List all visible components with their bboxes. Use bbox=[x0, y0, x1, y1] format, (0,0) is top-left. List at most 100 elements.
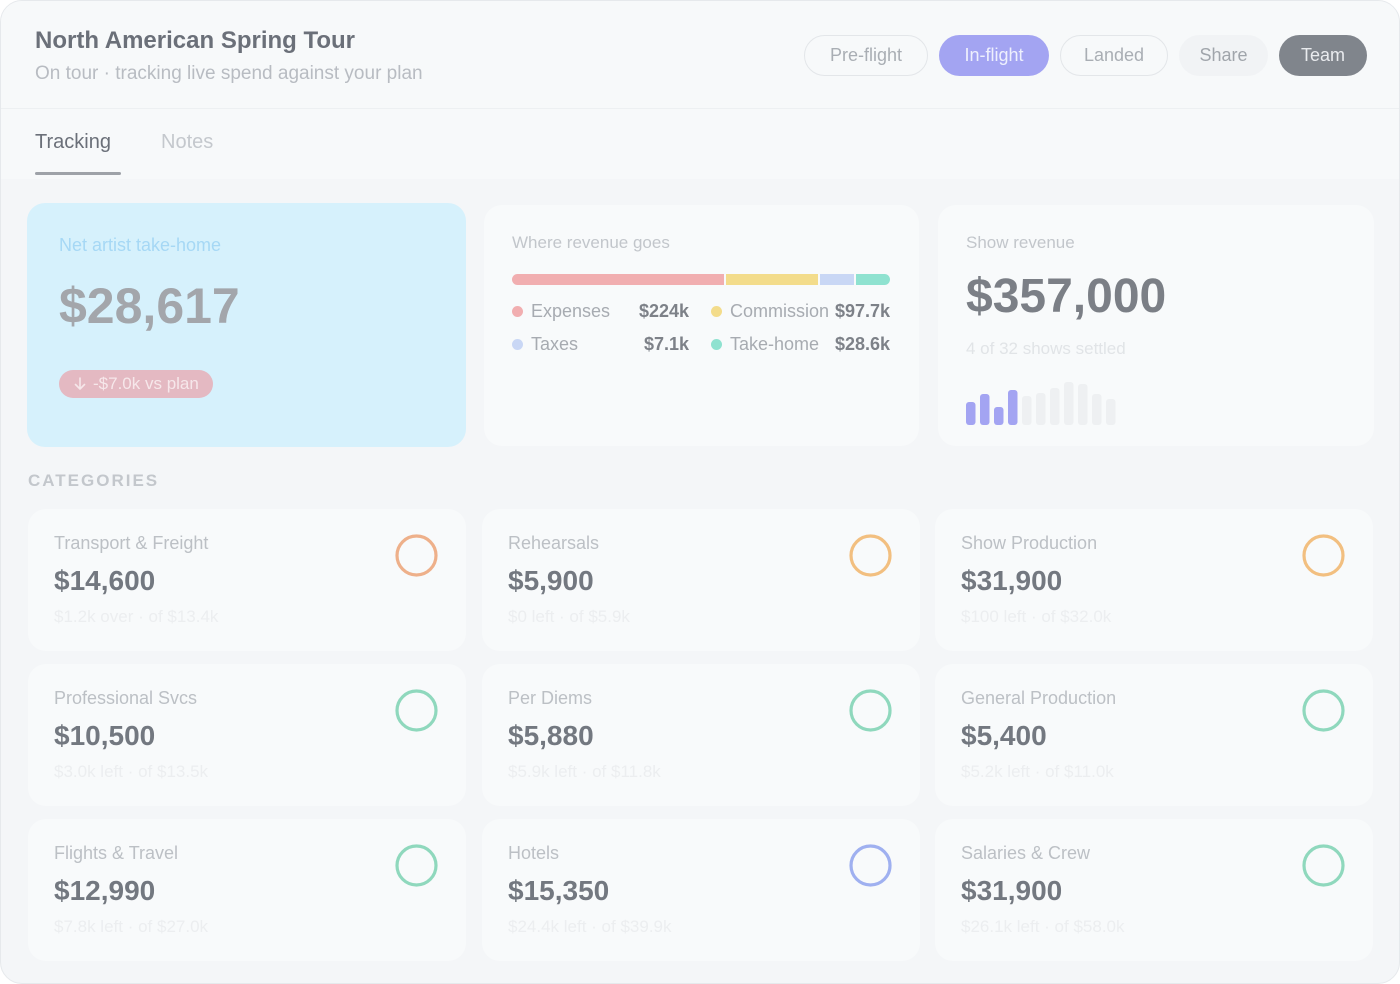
legend-dot bbox=[711, 306, 722, 317]
category-budget-status: $5.2k left · of $11.0k bbox=[961, 762, 1114, 781]
category-amount: $10,500 bbox=[54, 720, 156, 751]
category-amount: $5,900 bbox=[508, 565, 594, 596]
takehome-card[interactable]: Net artist take-home $28,617 -$7.0k vs p… bbox=[27, 203, 466, 447]
team-button[interactable]: Team bbox=[1279, 35, 1367, 76]
show-revenue-sparkbars bbox=[966, 382, 1116, 425]
legend-dot bbox=[512, 306, 523, 317]
category-amount: $31,900 bbox=[961, 875, 1063, 906]
pending-show-bar bbox=[1064, 382, 1074, 425]
settled-show-bar bbox=[994, 407, 1004, 425]
category-card[interactable]: Per Diems $5,880 $5.9k left · of $11.8k bbox=[482, 664, 920, 806]
status-ring-icon bbox=[849, 534, 892, 577]
show-revenue-label: Show revenue bbox=[966, 233, 1075, 252]
legend-value-commission: $97.7k bbox=[834, 301, 890, 321]
phase-landed-button[interactable]: Landed bbox=[1060, 35, 1168, 76]
category-name: Transport & Freight bbox=[54, 533, 209, 553]
tab-tracking[interactable]: Tracking bbox=[35, 131, 111, 154]
settled-show-bar bbox=[1008, 390, 1018, 425]
category-amount: $15,350 bbox=[508, 875, 610, 906]
delta-badge: -$7.0k vs plan bbox=[59, 370, 213, 398]
category-budget-status: $26.1k left · of $58.0k bbox=[961, 917, 1125, 936]
category-name: Flights & Travel bbox=[54, 843, 179, 863]
phase-pre-flight-button[interactable]: Pre-flight bbox=[804, 35, 928, 76]
status-ring-icon bbox=[395, 689, 438, 732]
category-card[interactable]: Professional Svcs $10,500 $3.0k left · o… bbox=[28, 664, 466, 806]
category-card[interactable]: Flights & Travel $12,990 $7.8k left · of… bbox=[28, 819, 466, 961]
category-name: Rehearsals bbox=[508, 533, 600, 553]
status-ring-icon bbox=[1302, 844, 1345, 887]
legend-item-expenses: Expenses bbox=[512, 301, 610, 322]
category-name: General Production bbox=[961, 688, 1117, 708]
pending-show-bar bbox=[1092, 394, 1102, 425]
category-card[interactable]: Hotels $15,350 $24.4k left · of $39.9k bbox=[482, 819, 920, 961]
legend-value-expenses: $224k bbox=[638, 301, 689, 321]
tab-bar: Tracking Notes bbox=[1, 109, 1399, 179]
legend-dot bbox=[711, 339, 722, 350]
delta-text: -$7.0k vs plan bbox=[93, 374, 199, 393]
stack-segment-taxes bbox=[820, 274, 855, 285]
category-budget-status: $100 left · of $32.0k bbox=[961, 607, 1112, 626]
active-tab-indicator bbox=[35, 172, 121, 175]
category-name: Hotels bbox=[508, 843, 560, 863]
status-ring-icon bbox=[1302, 689, 1345, 732]
revenue-split-card[interactable]: Where revenue goes Expenses $224k Commis… bbox=[484, 205, 919, 446]
settled-show-bar bbox=[966, 402, 976, 425]
category-budget-status: $1.2k over · of $13.4k bbox=[54, 607, 219, 626]
category-card[interactable]: Show Production $31,900 $100 left · of $… bbox=[935, 509, 1373, 651]
page-subtitle: On tour · tracking live spend against yo… bbox=[35, 63, 423, 84]
pending-show-bar bbox=[1106, 399, 1116, 425]
category-name: Per Diems bbox=[508, 688, 593, 708]
categories-heading: CATEGORIES bbox=[28, 471, 160, 490]
revenue-split-label: Where revenue goes bbox=[512, 233, 670, 252]
status-ring-icon bbox=[1302, 534, 1345, 577]
stack-segment-takehome bbox=[856, 274, 890, 285]
stack-segment-expenses bbox=[512, 274, 724, 285]
category-card[interactable]: Salaries & Crew $31,900 $26.1k left · of… bbox=[935, 819, 1373, 961]
category-amount: $5,400 bbox=[961, 720, 1047, 751]
status-ring-icon bbox=[395, 534, 438, 577]
category-amount: $31,900 bbox=[961, 565, 1063, 596]
legend-item-taxes: Taxes bbox=[512, 334, 578, 355]
category-budget-status: $0 left · of $5.9k bbox=[508, 607, 630, 626]
category-name: Show Production bbox=[961, 533, 1098, 553]
legend-value-takehome: $28.6k bbox=[834, 334, 890, 354]
pending-show-bar bbox=[1078, 384, 1088, 425]
pending-show-bar bbox=[1036, 393, 1046, 425]
top-bar: North American Spring Tour On tour · tra… bbox=[1, 1, 1399, 109]
category-amount: $12,990 bbox=[54, 875, 156, 906]
status-ring-icon bbox=[849, 844, 892, 887]
legend-item-takehome: Take-home bbox=[711, 334, 819, 355]
category-name: Professional Svcs bbox=[54, 688, 198, 708]
legend-label: Commission bbox=[730, 301, 830, 321]
stack-segment-commission bbox=[725, 274, 819, 285]
category-budget-status: $24.4k left · of $39.9k bbox=[508, 917, 672, 936]
category-name: Salaries & Crew bbox=[961, 843, 1091, 863]
arrow-down-icon bbox=[74, 377, 86, 390]
takehome-label: Net artist take-home bbox=[59, 235, 222, 255]
legend-item-commission: Commission bbox=[711, 301, 829, 322]
category-card[interactable]: General Production $5,400 $5.2k left · o… bbox=[935, 664, 1373, 806]
takehome-value: $28,617 bbox=[59, 278, 240, 334]
category-card[interactable]: Transport & Freight $14,600 $1.2k over ·… bbox=[28, 509, 466, 651]
category-amount: $14,600 bbox=[54, 565, 156, 596]
settled-show-bar bbox=[980, 394, 990, 425]
legend-value-taxes: $7.1k bbox=[643, 334, 689, 354]
page-title: North American Spring Tour bbox=[35, 27, 356, 54]
share-button[interactable]: Share bbox=[1179, 35, 1268, 76]
phase-in-flight-button[interactable]: In-flight bbox=[939, 35, 1049, 76]
pending-show-bar bbox=[1050, 388, 1060, 425]
legend-dot bbox=[512, 339, 523, 350]
status-ring-icon bbox=[849, 689, 892, 732]
show-revenue-card[interactable]: Show revenue $357,000 4 of 32 shows sett… bbox=[938, 205, 1374, 446]
shows-settled-text: 4 of 32 shows settled bbox=[966, 339, 1126, 358]
app-window: North American Spring Tour On tour · tra… bbox=[0, 0, 1400, 984]
legend-label: Expenses bbox=[531, 301, 611, 321]
tab-notes[interactable]: Notes bbox=[161, 131, 213, 154]
category-budget-status: $7.8k left · of $27.0k bbox=[54, 917, 209, 936]
category-card[interactable]: Rehearsals $5,900 $0 left · of $5.9k bbox=[482, 509, 920, 651]
category-amount: $5,880 bbox=[508, 720, 594, 751]
status-ring-icon bbox=[395, 844, 438, 887]
legend-label: Take-home bbox=[730, 334, 820, 354]
legend-label: Taxes bbox=[531, 334, 579, 354]
revenue-stack-bar bbox=[512, 274, 890, 285]
